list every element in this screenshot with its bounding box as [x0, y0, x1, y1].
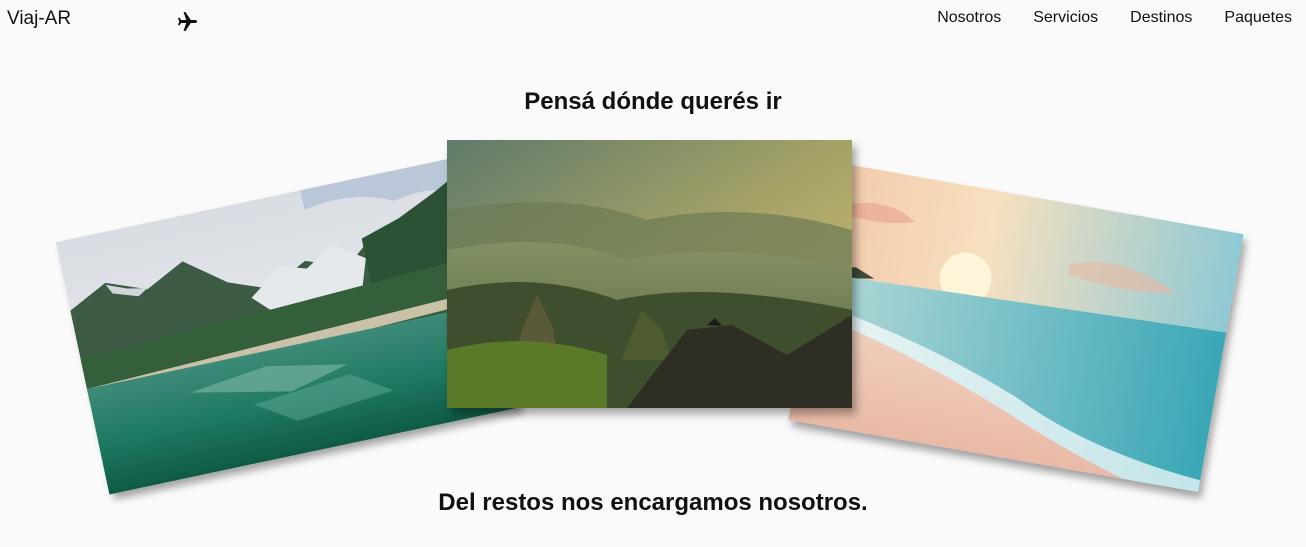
- nav-link-destinos[interactable]: Destinos: [1130, 9, 1192, 27]
- airplane-icon: [176, 9, 200, 33]
- navbar: Viaj-AR Nosotros Servicios Destinos Paqu…: [0, 0, 1306, 40]
- hero-headline: Pensá dónde querés ir: [524, 88, 782, 115]
- photo-mountain-peak: [447, 140, 852, 408]
- nav-link-paquetes[interactable]: Paquetes: [1224, 9, 1292, 27]
- photo-tropical-beach: [788, 161, 1244, 493]
- nav-link-nosotros[interactable]: Nosotros: [937, 9, 1001, 27]
- nav-link-servicios[interactable]: Servicios: [1033, 9, 1098, 27]
- hero-tagline: Del restos nos encargamos nosotros.: [438, 489, 868, 516]
- main-nav: Nosotros Servicios Destinos Paquetes: [937, 9, 1292, 27]
- brand-logo-link[interactable]: Viaj-AR: [7, 8, 71, 30]
